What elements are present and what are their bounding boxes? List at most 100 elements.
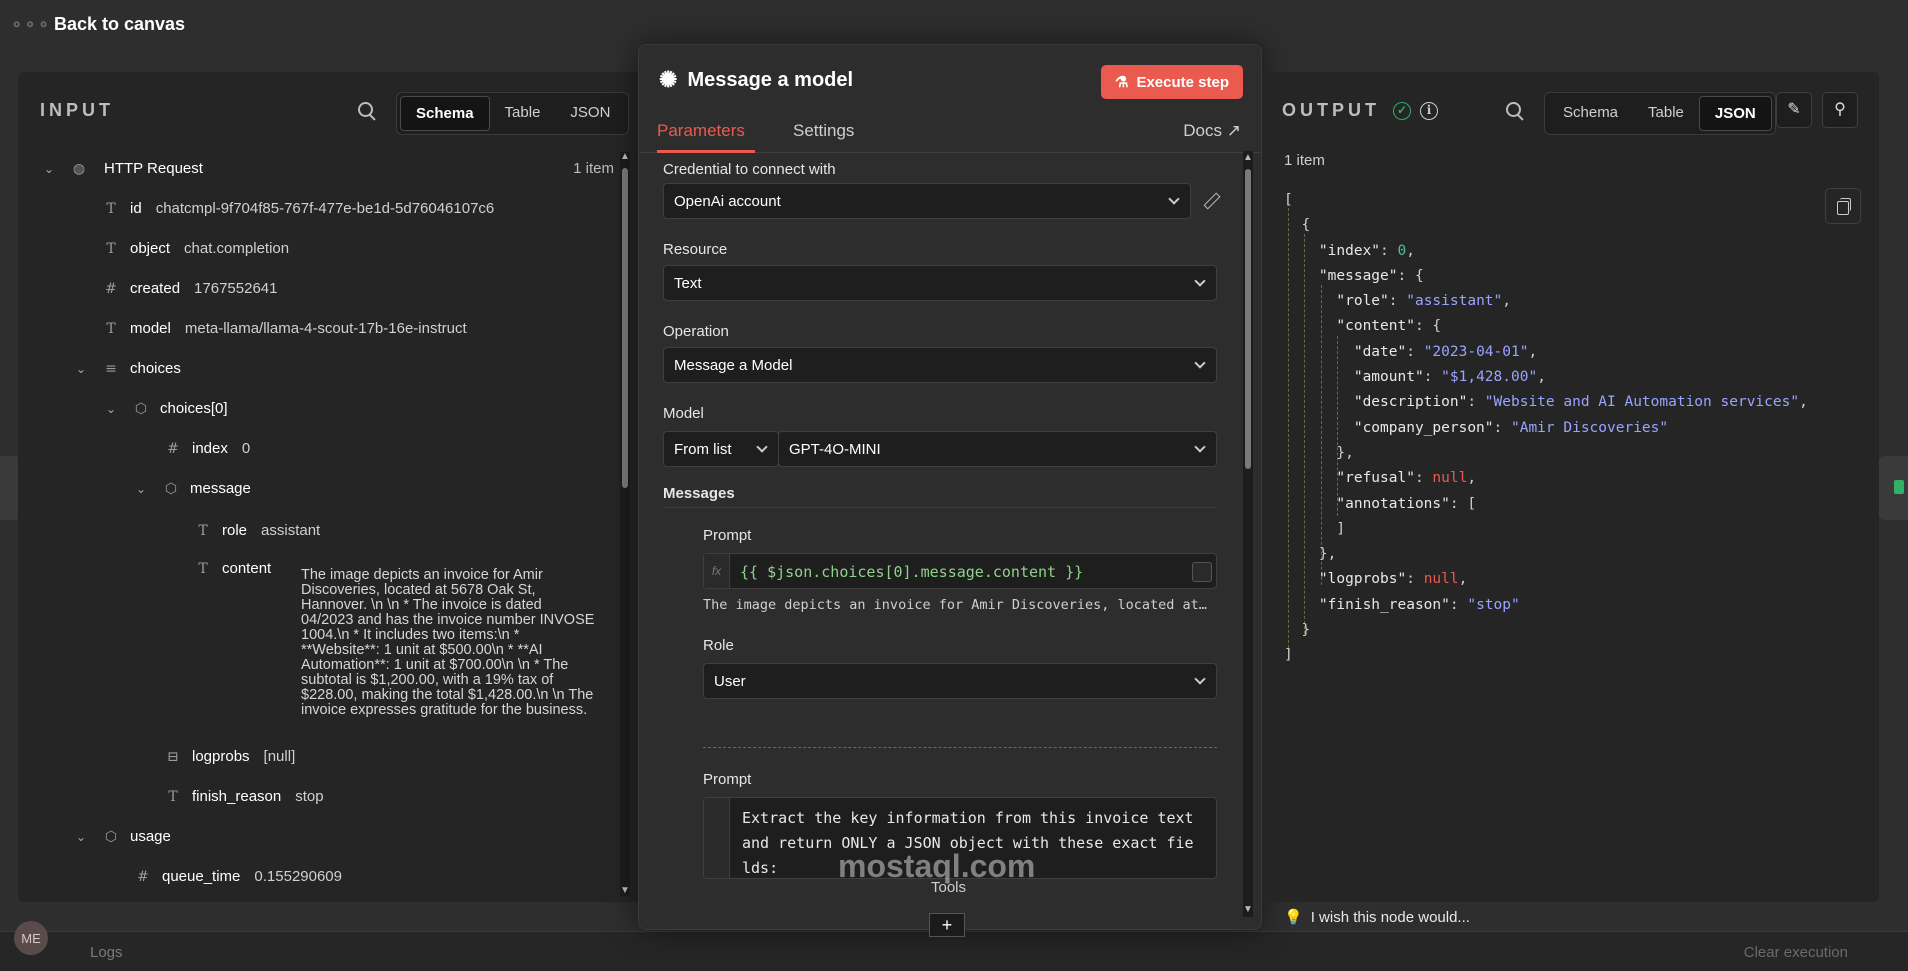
feedback-prompt[interactable]: 💡 I wish this node would... — [1284, 908, 1470, 926]
model-label: Model — [663, 405, 704, 422]
add-tool-button[interactable]: + — [929, 913, 965, 937]
json-line: }, — [1284, 542, 1808, 567]
resource-select[interactable]: Text — [663, 265, 1217, 301]
text-type-icon: T — [198, 560, 208, 577]
tree-row-role[interactable]: T role assistant — [192, 522, 320, 539]
json-line: "content": { — [1284, 314, 1808, 339]
prompt-label: Prompt — [703, 771, 752, 788]
node-tabs: Parameters Settings Docs ↗ — [639, 113, 1261, 153]
field-value: [null] — [263, 748, 296, 765]
sheets-icon — [1894, 480, 1904, 494]
tree-row-content[interactable]: T content — [192, 560, 285, 577]
chevron-down-icon[interactable]: ⌄ — [106, 402, 120, 416]
model-mode-select[interactable]: From list — [663, 431, 779, 467]
prompt-expression: {{ $json.choices[0].message.content }} — [740, 563, 1084, 581]
tree-row-choices[interactable]: ⌄ ≡ choices — [76, 360, 195, 377]
view-table-tab[interactable]: Table — [1633, 96, 1699, 131]
operation-select[interactable]: Message a Model — [663, 347, 1217, 383]
json-token: "stop" — [1467, 596, 1520, 613]
chevron-down-icon[interactable]: ⌄ — [76, 362, 90, 376]
field-value: 0 — [241, 440, 251, 457]
avatar[interactable]: ME — [14, 921, 48, 955]
field-key: object — [130, 240, 171, 257]
json-line: }, — [1284, 441, 1808, 466]
json-token: 0 — [1397, 242, 1407, 259]
prompt-expression-input[interactable]: fx {{ $json.choices[0].message.content }… — [703, 553, 1217, 589]
number-type-icon: # — [167, 440, 179, 457]
credential-select[interactable]: OpenAi account — [663, 183, 1191, 219]
tab-settings[interactable]: Settings — [793, 121, 854, 141]
output-item-count: 1 item — [1284, 152, 1325, 169]
search-icon[interactable] — [358, 102, 376, 120]
docs-link[interactable]: Docs ↗ — [1183, 121, 1241, 141]
json-token: "refusal" — [1284, 470, 1415, 487]
chevron-down-icon[interactable]: ⌄ — [136, 482, 150, 496]
tree-row-usage[interactable]: ⌄ ⬡ usage — [76, 828, 185, 845]
tree-row-model[interactable]: T model meta-llama/llama-4-scout-17b-16e… — [100, 320, 466, 337]
clear-execution-button[interactable]: Clear execution — [1744, 944, 1848, 961]
tree-row-message[interactable]: ⌄ ⬡ message — [136, 480, 265, 497]
node-header: ✺ Message a model — [659, 67, 853, 93]
tree-row-index[interactable]: # index 0 — [162, 440, 250, 457]
scroll-thumb[interactable] — [622, 168, 628, 488]
json-token: "annotations" — [1284, 495, 1450, 512]
view-json-tab[interactable]: JSON — [1698, 96, 1772, 131]
chevron-down-icon[interactable]: ⌄ — [76, 830, 90, 844]
tree-row-choices0[interactable]: ⌄ ⬡ choices[0] — [106, 400, 242, 417]
operation-label: Operation — [663, 323, 729, 340]
json-token: { — [1284, 217, 1311, 234]
json-token: , — [1799, 394, 1808, 411]
tree-root-row[interactable]: ⌄ ◍ HTTP Request 1 item — [44, 160, 638, 177]
tree-row-id[interactable]: T id chatcmpl-9f704f85-767f-477e-be1d-5d… — [100, 200, 494, 217]
back-to-canvas-link[interactable]: ⚬⚬⚬ Back to canvas — [10, 14, 185, 35]
tree-row-object[interactable]: T object chat.completion — [100, 240, 289, 257]
tree-row-created[interactable]: # created 1767552641 — [100, 280, 277, 297]
search-icon[interactable] — [1506, 102, 1524, 120]
globe-icon: ◍ — [72, 160, 86, 177]
role-select[interactable]: User — [703, 663, 1217, 699]
view-json-tab[interactable]: JSON — [555, 96, 625, 131]
edit-output-button[interactable]: ✎ — [1776, 92, 1812, 128]
json-token: "logprobs" — [1284, 571, 1407, 588]
input-scrollbar[interactable]: ▲ ▼ — [620, 152, 630, 896]
json-token: "Website and AI Automation services" — [1484, 394, 1800, 411]
root-label: HTTP Request — [104, 160, 203, 177]
success-check-icon: ✓ — [1393, 102, 1412, 121]
execute-step-button[interactable]: ⚗ Execute step — [1101, 65, 1243, 99]
view-schema-tab[interactable]: Schema — [400, 96, 490, 131]
tree-row-finish-reason[interactable]: T finish_reason stop — [162, 788, 323, 805]
tab-parameters[interactable]: Parameters — [657, 121, 745, 141]
copy-button[interactable] — [1825, 188, 1861, 224]
chevron-down-icon[interactable]: ⌄ — [44, 162, 58, 176]
json-token: null — [1432, 470, 1468, 487]
json-token: , — [1467, 470, 1477, 487]
view-table-tab[interactable]: Table — [490, 96, 556, 131]
json-line: "date": "2023-04-01", — [1284, 340, 1808, 365]
logs-label[interactable]: Logs — [90, 944, 123, 961]
model-select[interactable]: GPT-4O-MINI — [778, 431, 1217, 467]
scroll-up-icon[interactable]: ▲ — [620, 152, 630, 162]
tree-row-queue-time[interactable]: # queue_time 0.155290609 — [132, 868, 342, 885]
scroll-down-icon[interactable]: ▼ — [1243, 905, 1253, 915]
openai-icon: ✺ — [659, 67, 678, 92]
node-title[interactable]: Message a model — [687, 69, 853, 92]
scroll-thumb[interactable] — [1245, 169, 1251, 469]
json-token: "2023-04-01" — [1423, 343, 1529, 360]
text-type-icon: T — [106, 200, 116, 217]
node-scrollbar[interactable]: ▲ ▼ — [1243, 151, 1253, 917]
tree-row-logprobs[interactable]: ⊟ logprobs [null] — [162, 748, 295, 765]
json-line: "amount": "$1,428.00", — [1284, 365, 1808, 390]
right-node-handle[interactable] — [1878, 456, 1908, 520]
scroll-up-icon[interactable]: ▲ — [1243, 153, 1253, 163]
json-token: "date" — [1284, 343, 1407, 360]
pin-output-button[interactable]: ⚲ — [1822, 92, 1858, 128]
scroll-down-icon[interactable]: ▼ — [620, 886, 630, 896]
object-type-icon: ⬡ — [104, 828, 118, 845]
expand-icon[interactable] — [1192, 562, 1212, 582]
message-divider — [703, 747, 1217, 748]
credential-label: Credential to connect with — [663, 161, 836, 178]
view-schema-tab[interactable]: Schema — [1548, 96, 1633, 131]
info-icon[interactable]: i — [1420, 102, 1439, 121]
edit-credential-icon[interactable] — [1203, 193, 1219, 209]
json-token: "company_person" — [1284, 419, 1494, 436]
